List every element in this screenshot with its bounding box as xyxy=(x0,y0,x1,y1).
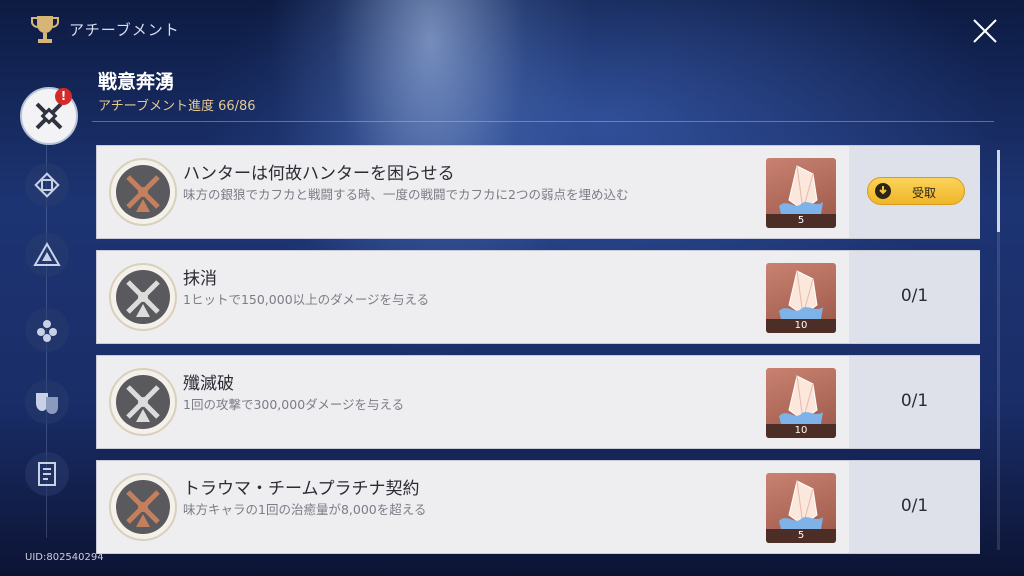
achievement-name: 殲滅破 xyxy=(183,374,234,394)
achievement-status: 0/1 xyxy=(849,356,980,448)
achievement-progress: 0/1 xyxy=(900,391,929,411)
sidebar-item-emblem[interactable] xyxy=(25,163,69,207)
achievement-card[interactable]: ハンターは何故ハンターを困らせる 味方の銀狼でカフカと戦闘する時、一度の戦闘でカ… xyxy=(96,145,980,239)
achievement-card[interactable]: 殲滅破 1回の攻撃で300,000ダメージを与える 10 0/1 xyxy=(96,355,980,449)
claim-label: 受取 xyxy=(912,186,937,200)
reward-quantity: 5 xyxy=(766,529,836,543)
flower-crest-icon xyxy=(37,320,57,342)
triangle-crest-icon xyxy=(33,241,61,266)
crystal-icon xyxy=(779,270,823,319)
reward-item[interactable]: 10 xyxy=(766,368,836,438)
achievement-description: 味方キャラの1回の治癒量が8,000を超える xyxy=(183,502,427,517)
page-title: アチーブメント xyxy=(69,21,180,39)
achievement-status: 0/1 xyxy=(849,461,980,553)
achievement-status: 受取 xyxy=(849,146,980,238)
theater-masks-icon xyxy=(36,393,58,414)
achievement-card[interactable]: 抹消 1ヒットで150,000以上のダメージを与える 10 0/1 xyxy=(96,250,980,344)
achievement-name: トラウマ・チームプラチナ契約 xyxy=(183,479,420,499)
achievement-emblem-icon xyxy=(109,263,177,331)
notebook-icon xyxy=(38,462,56,486)
achievement-description: 1回の攻撃で300,000ダメージを与える xyxy=(183,397,405,412)
achievement-card[interactable]: トラウマ・チームプラチナ契約 味方キャラの1回の治癒量が8,000を超える 5 … xyxy=(96,460,980,554)
achievement-status: 0/1 xyxy=(849,251,980,343)
category-progress: アチーブメント進度 66/86 xyxy=(98,99,256,114)
achievement-progress: 0/1 xyxy=(900,286,929,306)
sidebar-item-notebook[interactable] xyxy=(25,452,69,496)
achievement-emblem-icon xyxy=(109,158,177,226)
reward-item[interactable]: 10 xyxy=(766,263,836,333)
sidebar-item-flower[interactable] xyxy=(25,308,69,352)
download-icon xyxy=(875,183,891,199)
achievement-description: 1ヒットで150,000以上のダメージを与える xyxy=(183,292,430,307)
divider xyxy=(92,121,994,122)
achievement-name: ハンターは何故ハンターを困らせる xyxy=(183,164,455,184)
sidebar-item-triangle[interactable] xyxy=(25,233,69,277)
achievement-description: 味方の銀狼でカフカと戦闘する時、一度の戦闘でカフカに2つの弱点を埋め込む xyxy=(183,187,629,202)
achievement-emblem-icon xyxy=(109,473,177,541)
claim-button[interactable]: 受取 xyxy=(867,177,965,205)
reward-quantity: 10 xyxy=(766,424,836,438)
crystal-icon xyxy=(779,165,823,214)
trophy-icon xyxy=(31,16,59,43)
crystal-icon xyxy=(779,375,823,424)
reward-item[interactable]: 5 xyxy=(766,158,836,228)
scrollbar-thumb[interactable] xyxy=(997,150,1000,232)
reward-quantity: 10 xyxy=(766,319,836,333)
scrollbar[interactable] xyxy=(997,150,1000,550)
crystal-icon xyxy=(779,480,823,529)
reward-quantity: 5 xyxy=(766,214,836,228)
notification-badge: ! xyxy=(55,88,72,105)
category-title: 戦意奔湧 xyxy=(98,71,175,93)
reward-item[interactable]: 5 xyxy=(766,473,836,543)
close-icon[interactable] xyxy=(970,16,1000,46)
achievement-emblem-icon xyxy=(109,368,177,436)
achievement-progress: 0/1 xyxy=(900,496,929,516)
sidebar-item-masks[interactable] xyxy=(25,380,69,424)
achievement-name: 抹消 xyxy=(183,269,217,289)
uid-label: UID:802540294 xyxy=(25,552,104,563)
emblem-icon xyxy=(34,172,60,198)
